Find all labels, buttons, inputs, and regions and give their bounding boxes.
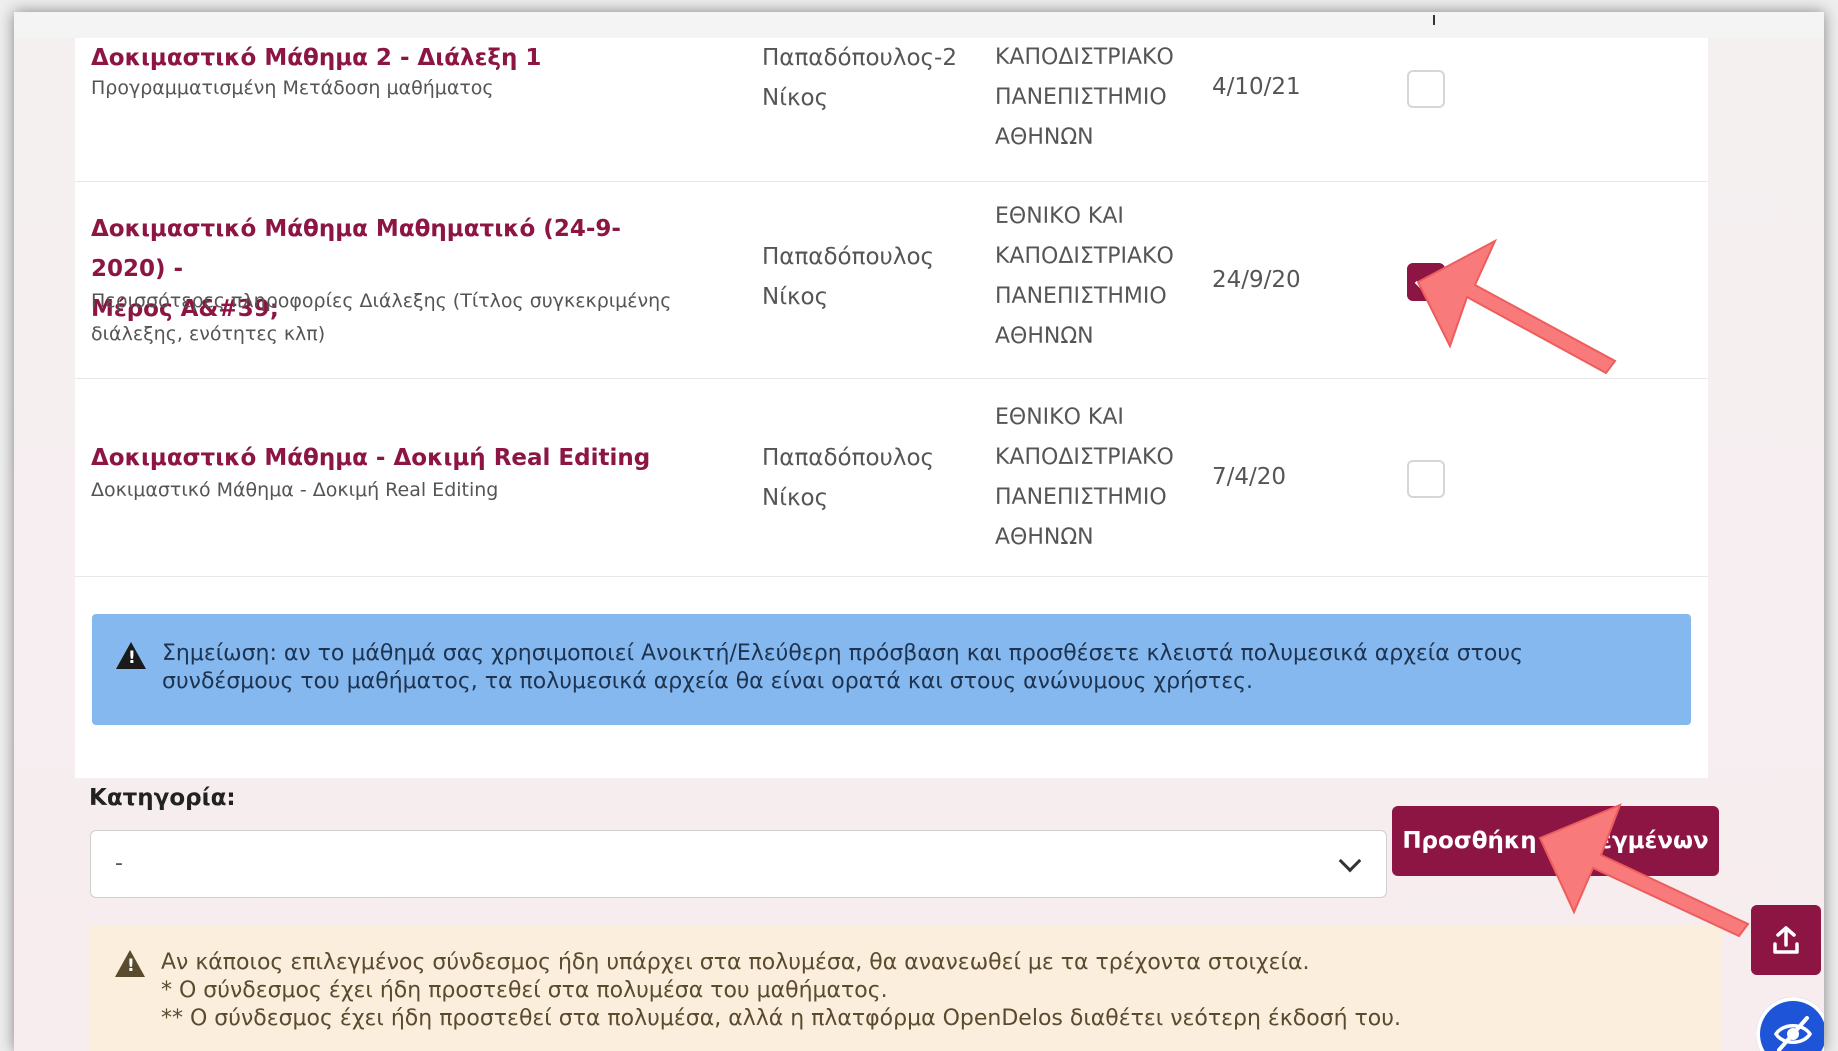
- text-cursor: [1433, 15, 1435, 25]
- description-line: Περισσότερες πληροφορίες Διάλεξης (Τίτλο…: [91, 290, 672, 312]
- info-note-text: Σημείωση: αν το μάθημά σας χρησιμοποιεί …: [162, 640, 1662, 696]
- accessibility-button[interactable]: [1756, 997, 1824, 1051]
- lecture-description: Δοκιμαστικό Μάθημα - Δοκιμή Real Editing: [91, 479, 499, 501]
- lecture-institution: ΕΘΝΙΚΟ ΚΑΙ ΚΑΠΟΔΙΣΤΡΙΑΚΟ ΠΑΝΕΠΙΣΤΗΜΙΟ ΑΘ…: [995, 197, 1195, 357]
- institution-line: ΕΘΝΙΚΟ ΚΑΙ: [995, 204, 1124, 229]
- institution-line: ΚΑΠΟΔΙΣΤΡΙΑΚΟ: [995, 244, 1174, 269]
- table-row: Δοκιμαστικό Μάθημα Μαθηματικό (24-9-2020…: [75, 181, 1708, 379]
- browser-viewport: Δοκιμαστικό Μάθημα 2 - Διάλεξη 1 Προγραμ…: [14, 12, 1824, 1051]
- warning-note-text: Αν κάποιος επιλεγμένος σύνδεσμος ήδη υπά…: [161, 949, 1661, 1033]
- institution-line: ΑΘΗΝΩΝ: [995, 324, 1094, 349]
- select-checkbox[interactable]: [1407, 460, 1445, 498]
- info-note-line: συνδέσμους του μαθήματος, τα πολυμεσικά …: [162, 669, 1254, 694]
- table-row: Δοκιμαστικό Μάθημα 2 - Διάλεξη 1 Προγραμ…: [75, 38, 1708, 182]
- table-row: Δοκιμαστικό Μάθημα - Δοκιμή Real Editing…: [75, 378, 1708, 577]
- institution-line: ΠΑΝΕΠΙΣΤΗΜΙΟ: [995, 284, 1167, 309]
- info-note: Σημείωση: αν το μάθημά σας χρησιμοποιεί …: [92, 614, 1691, 725]
- author-line: Νίκος: [762, 284, 829, 310]
- title-line: Δοκιμαστικό Μάθημα Μαθηματικό (24-9-2020…: [91, 216, 621, 282]
- lecture-institution: ΚΑΠΟΔΙΣΤΡΙΑΚΟ ΠΑΝΕΠΙΣΤΗΜΙΟ ΑΘΗΝΩΝ: [995, 38, 1195, 158]
- lecture-institution: ΕΘΝΙΚΟ ΚΑΙ ΚΑΠΟΔΙΣΤΡΙΑΚΟ ΠΑΝΕΠΙΣΤΗΜΙΟ ΑΘ…: [995, 398, 1195, 558]
- institution-line: ΠΑΝΕΠΙΣΤΗΜΙΟ: [995, 85, 1167, 110]
- lecture-description: Προγραμματισμένη Μετάδοση μαθήματος: [91, 77, 494, 99]
- author-line: Νίκος: [762, 485, 829, 511]
- institution-line: ΠΑΝΕΠΙΣΤΗΜΙΟ: [995, 485, 1167, 510]
- institution-line: ΚΑΠΟΔΙΣΤΡΙΑΚΟ: [995, 45, 1174, 70]
- eye-slash-icon: [1773, 1016, 1813, 1051]
- author-line: Παπαδόπουλος: [762, 445, 935, 471]
- author-line: Νίκος: [762, 85, 829, 111]
- institution-line: ΑΘΗΝΩΝ: [995, 125, 1094, 150]
- author-line: Παπαδόπουλος: [762, 244, 935, 270]
- lecture-author: Παπαδόπουλος Νίκος: [762, 237, 972, 317]
- lecture-author: Παπαδόπουλος Νίκος: [762, 438, 972, 518]
- category-selected-value: -: [115, 851, 123, 876]
- warning-note-line: * Ο σύνδεσμος έχει ήδη προστεθεί στα πολ…: [161, 978, 888, 1003]
- chevron-down-icon: [1338, 849, 1362, 873]
- info-note-line: Σημείωση: αν το μάθημά σας χρησιμοποιεί …: [162, 641, 1524, 666]
- institution-line: ΕΘΝΙΚΟ ΚΑΙ: [995, 405, 1124, 430]
- lecture-date: 24/9/20: [1212, 267, 1301, 293]
- lecture-date: 7/4/20: [1212, 464, 1287, 490]
- upload-icon: [1773, 926, 1799, 954]
- warning-note: Αν κάποιος επιλεγμένος σύνδεσμος ήδη υπά…: [89, 925, 1722, 1051]
- lecture-description: Περισσότερες πληροφορίες Διάλεξης (Τίτλο…: [91, 285, 711, 351]
- author-line: Παπαδόπουλος-2: [762, 45, 957, 71]
- category-label: Κατηγορία:: [89, 785, 236, 811]
- warning-triangle-icon: [115, 950, 145, 977]
- institution-line: ΚΑΠΟΔΙΣΤΡΙΑΚΟ: [995, 445, 1174, 470]
- warning-note-line: Αν κάποιος επιλεγμένος σύνδεσμος ήδη υπά…: [161, 950, 1310, 975]
- warning-triangle-icon: [116, 642, 146, 669]
- warning-note-line: ** Ο σύνδεσμος έχει ήδη προστεθεί στα πο…: [161, 1006, 1401, 1031]
- category-select[interactable]: -: [90, 830, 1387, 898]
- select-checkbox[interactable]: [1407, 70, 1445, 108]
- description-line: διάλεξης, ενότητες κλπ): [91, 323, 326, 345]
- lecture-date: 4/10/21: [1212, 74, 1301, 100]
- add-selected-button[interactable]: Προσθήκη επιλεγμένων: [1392, 806, 1719, 876]
- screenshot-stage: Δοκιμαστικό Μάθημα 2 - Διάλεξη 1 Προγραμ…: [0, 0, 1838, 1051]
- scroll-to-top-button[interactable]: [1751, 905, 1821, 975]
- institution-line: ΑΘΗΝΩΝ: [995, 525, 1094, 550]
- lecture-author: Παπαδόπουλος-2 Νίκος: [762, 38, 972, 118]
- top-strip: [14, 12, 1824, 38]
- select-checkbox-checked[interactable]: [1407, 263, 1445, 301]
- lecture-title[interactable]: Δοκιμαστικό Μάθημα - Δοκιμή Real Editing: [91, 438, 681, 478]
